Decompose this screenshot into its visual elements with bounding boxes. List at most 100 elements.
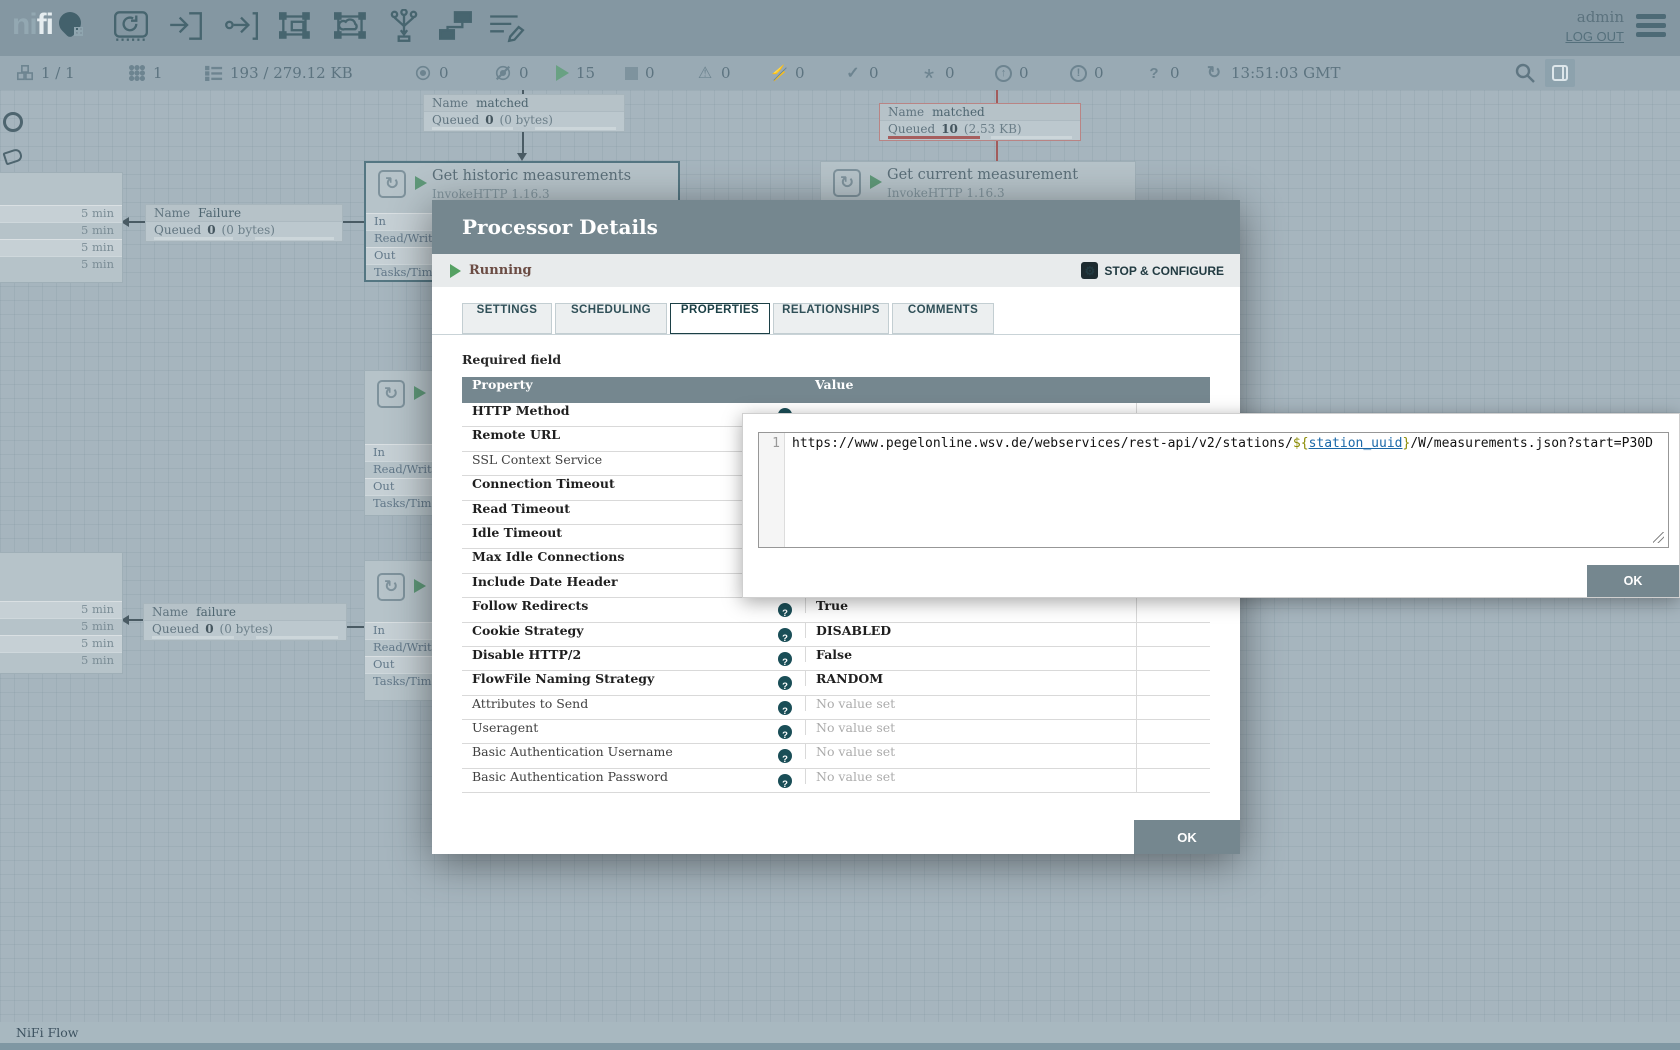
queued-icon (205, 64, 223, 82)
run-status-text: Running (469, 263, 532, 278)
property-name: HTTP Method (472, 403, 569, 418)
template-icon[interactable] (437, 9, 477, 47)
connection-line[interactable] (347, 626, 364, 628)
funnel-icon[interactable] (385, 9, 425, 47)
help-icon[interactable] (778, 628, 792, 642)
processor-type-icon (833, 169, 861, 197)
stat-up-to-date: 0 (844, 56, 879, 90)
connection-line[interactable] (343, 221, 364, 223)
operate-panel-toggle-icon[interactable] (1545, 59, 1575, 87)
connection-name: Failure (198, 206, 241, 220)
property-name: Disable HTTP/2 (472, 647, 581, 662)
property-value[interactable]: RANDOM (805, 671, 1210, 686)
stat-row: 5 min (0, 652, 122, 669)
property-value[interactable]: No value set (805, 720, 1210, 735)
stat-value: 0 (439, 64, 449, 82)
property-row: Basic Authentication UsernameNo value se… (462, 744, 1210, 768)
output-port-icon[interactable] (222, 9, 262, 47)
stat-active-threads: 1 (128, 56, 163, 90)
property-value[interactable]: DISABLED (805, 623, 1210, 638)
stop-and-configure-button[interactable]: STOP & CONFIGURE (1081, 254, 1224, 287)
search-icon[interactable] (1513, 61, 1539, 87)
resize-handle-icon[interactable] (1653, 532, 1664, 543)
stat-row: 5 min (0, 222, 122, 239)
processor-type-icon (378, 170, 406, 198)
connection-queued-label: Queued (154, 223, 201, 237)
editor-ok-button[interactable]: OK (1587, 565, 1679, 597)
locally-modified-icon (920, 64, 938, 82)
last-refreshed-time: 13:51:03 GMT (1231, 64, 1340, 82)
processor-offscreen-left-top[interactable]: 5 min 5 min 5 min 5 min (0, 172, 123, 283)
refresh-status[interactable]: 13:51:03 GMT (1205, 56, 1340, 90)
running-state-icon (414, 386, 426, 400)
connection-line[interactable] (129, 619, 143, 621)
canvas-ring-icon (3, 112, 23, 132)
breadcrumb[interactable]: NiFi Flow (16, 1025, 78, 1040)
property-row: Useragent No value set (462, 720, 1210, 744)
property-name: Basic Authentication Password (472, 769, 668, 784)
running-state-icon (415, 176, 427, 190)
property-name: Useragent (472, 720, 538, 735)
transmitting-icon (414, 64, 432, 82)
help-icon[interactable] (778, 652, 792, 666)
stat-queued: 193 / 279.12 KB (205, 56, 353, 90)
cluster-icon (16, 64, 34, 82)
property-value[interactable]: False (805, 647, 1210, 662)
input-port-icon[interactable] (167, 9, 207, 47)
tab-properties[interactable]: PROPERTIES (670, 303, 770, 334)
dialog-ok-button[interactable]: OK (1134, 820, 1240, 854)
not-transmitting-icon (494, 64, 512, 82)
stat-connected-nodes: 1 / 1 (16, 56, 75, 90)
property-value[interactable]: No value set (805, 696, 1210, 711)
stat-window: 5 min (81, 240, 114, 254)
stat-value: 0 (1094, 64, 1104, 82)
stat-window: 5 min (81, 223, 114, 237)
help-icon[interactable] (778, 701, 792, 715)
logout-link[interactable]: LOG OUT (1565, 29, 1624, 44)
stat-value: 0 (645, 64, 655, 82)
value-editor-textarea[interactable]: 1 https://www.pegelonline.wsv.de/webserv… (758, 432, 1669, 548)
help-icon[interactable] (778, 725, 792, 739)
connection-label-failure-1[interactable]: NameFailure Queued0(0 bytes) (145, 204, 343, 242)
process-group-icon[interactable] (277, 9, 317, 47)
stat-value: 1 / 1 (41, 64, 75, 82)
connection-label-failure-2[interactable]: Namefailure Queued0(0 bytes) (143, 603, 347, 641)
connection-label-matched-1[interactable]: Namematched Queued0(0 bytes) (423, 94, 625, 132)
label-icon[interactable] (487, 9, 527, 47)
help-icon[interactable] (778, 676, 792, 690)
property-value[interactable]: No value set (805, 744, 1210, 759)
queue-progress-bars (154, 237, 334, 240)
locally-modified-stale-icon: ! (1070, 65, 1087, 82)
invalid-icon (696, 64, 714, 82)
line-number: 1 (772, 436, 780, 451)
connection-label-matched-2[interactable]: Namematched Queued10(2.53 KB) (879, 103, 1081, 141)
stat-value: 15 (576, 64, 595, 82)
help-icon[interactable] (778, 774, 792, 788)
processor-icon[interactable] (112, 9, 152, 47)
stat-value: 1 (153, 64, 163, 82)
help-icon[interactable] (778, 603, 792, 617)
stat-sync-failure: 0 (1145, 56, 1180, 90)
threads-icon (128, 64, 146, 82)
tab-relationships[interactable]: RELATIONSHIPS (773, 303, 889, 334)
dialog-status-row: Running STOP & CONFIGURE (432, 254, 1240, 287)
property-row: Attributes to SendNo value set (462, 696, 1210, 720)
connection-line[interactable] (129, 221, 145, 223)
tab-scheduling[interactable]: SCHEDULING (555, 303, 667, 334)
refresh-icon[interactable] (1205, 64, 1223, 82)
remote-url-value[interactable]: https://www.pegelonline.wsv.de/webservic… (785, 433, 1653, 547)
property-value[interactable]: No value set (805, 769, 1210, 784)
tab-settings[interactable]: SETTINGS (462, 303, 552, 334)
flow-status-bar: 1 / 1 1 193 / 279.12 KB 0 0 15 0 0 (0, 56, 1680, 90)
help-icon[interactable] (778, 749, 792, 763)
property-value[interactable]: True (805, 598, 1210, 613)
stat-value: 193 / 279.12 KB (230, 64, 353, 82)
tab-comments[interactable]: COMMENTS (892, 303, 994, 334)
processor-offscreen-left-bottom[interactable]: 5 min 5 min 5 min 5 min (0, 552, 123, 674)
global-menu-icon[interactable] (1636, 14, 1666, 38)
property-row: Disable HTTP/2 False (462, 647, 1210, 671)
running-state-icon (414, 579, 426, 593)
current-user: admin (1565, 8, 1624, 26)
remote-process-group-icon[interactable] (332, 9, 372, 47)
queue-progress-bars (888, 136, 1072, 139)
